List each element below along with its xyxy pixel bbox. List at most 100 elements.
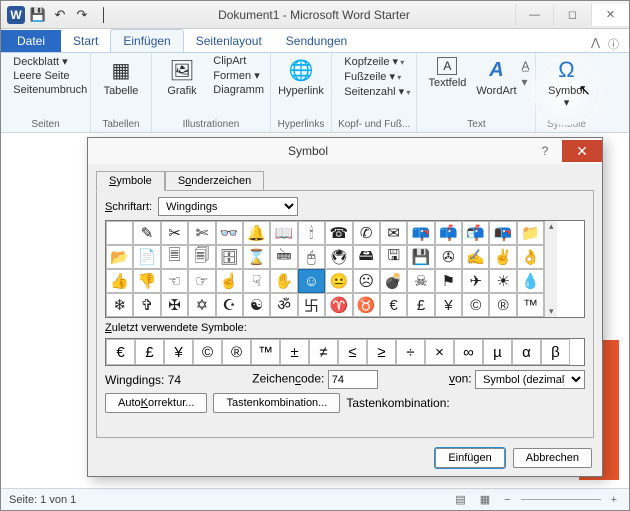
symbol-cell[interactable]: 🕯 (298, 221, 325, 245)
symbol-cell[interactable]: ☝ (216, 269, 243, 293)
symbol-cell[interactable]: ♈ (325, 293, 352, 317)
scroll-up-icon[interactable]: ▴ (549, 221, 554, 232)
recent-cell[interactable]: ¥ (164, 339, 193, 365)
zoom-in-icon[interactable]: + (607, 494, 621, 506)
deckblatt-button[interactable]: Deckblatt ▾ (7, 55, 84, 68)
symbol-cell[interactable]: ☜ (161, 269, 188, 293)
help-icon[interactable]: ⓘ (608, 36, 619, 52)
symbol-cell[interactable]: 💧 (517, 269, 544, 293)
symbol-cell[interactable]: ¥ (435, 293, 462, 317)
symbol-cell[interactable]: 📁 (517, 221, 544, 245)
symbol-cell[interactable]: 🖲 (325, 245, 352, 269)
symbol-cell[interactable]: 🖫 (380, 245, 407, 269)
dialog-close-button[interactable]: ✕ (562, 140, 602, 162)
recent-cell[interactable]: ≥ (367, 339, 396, 365)
leere-seite-button[interactable]: Leere Seite (7, 70, 84, 82)
tabelle-button[interactable]: ▦Tabelle (97, 55, 145, 99)
formen-button[interactable]: Formen ▾ (207, 69, 264, 82)
recent-cell[interactable]: × (425, 339, 454, 365)
symbol-cell[interactable]: ☞ (188, 269, 215, 293)
tab-file[interactable]: Datei (1, 30, 61, 52)
autokorrektur-button[interactable]: AutoKorrektur... (105, 393, 207, 413)
symbol-cell[interactable]: ✉ (380, 221, 407, 245)
zeichencode-input[interactable] (328, 370, 378, 389)
symbol-cell[interactable] (106, 221, 133, 245)
symbol-cell[interactable]: 🗐 (188, 245, 215, 269)
symbol-cell[interactable]: ™ (517, 293, 544, 317)
recent-cell[interactable]: © (193, 339, 222, 365)
symbol-cell[interactable]: 📭 (489, 221, 516, 245)
textfeld-button[interactable]: ATextfeld (423, 55, 471, 91)
symbol-cell[interactable]: 👍 (106, 269, 133, 293)
symbol-cell[interactable]: ✎ (133, 221, 160, 245)
symbol-cell[interactable]: 👓 (216, 221, 243, 245)
wordart-button[interactable]: AWordArt (472, 55, 520, 99)
einfuegen-button[interactable]: Einfügen (435, 448, 504, 468)
symbol-cell[interactable]: ☠ (407, 269, 434, 293)
symbol-grid[interactable]: ✎✂✄👓🔔📖🕯☎✆✉📪📫📬📭📁📂📄🗏🗐🗄⌛🖮🖰🖲🖴🖫💾✇✍✌👌👍👎☜☞☝☟✋☺😐… (105, 220, 585, 318)
symbol-cell[interactable]: ✆ (353, 221, 380, 245)
symbol-cell[interactable]: ☪ (216, 293, 243, 317)
symbol-cell[interactable]: 🔔 (243, 221, 270, 245)
symbol-cell[interactable]: 🖴 (353, 245, 380, 269)
symbol-cell[interactable]: ® (489, 293, 516, 317)
symbol-cell[interactable]: © (462, 293, 489, 317)
symbol-cell[interactable]: 💾 (407, 245, 434, 269)
close-button[interactable]: ✕ (591, 4, 629, 26)
minimize-button[interactable]: — (515, 4, 553, 26)
view-print-icon[interactable]: ▤ (451, 493, 469, 506)
symbol-cell[interactable]: € (380, 293, 407, 317)
recent-cell[interactable]: ® (222, 339, 251, 365)
symbol-cell[interactable]: 💣 (380, 269, 407, 293)
symbol-cell[interactable]: ☀ (489, 269, 516, 293)
recent-grid[interactable]: €£¥©®™±≠≤≥÷×∞µαβ (105, 338, 585, 366)
symbol-cell[interactable]: 📄 (133, 245, 160, 269)
scroll-down-icon[interactable]: ▾ (549, 306, 554, 317)
view-web-icon[interactable]: ▦ (476, 493, 494, 506)
dialog-tab-symbole[interactable]: Symbole (96, 171, 165, 191)
symbol-cell[interactable]: ♉ (353, 293, 380, 317)
seitenumbruch-button[interactable]: Seitenumbruch (7, 84, 84, 96)
recent-cell[interactable]: ™ (251, 339, 280, 365)
symbol-cell[interactable]: 卐 (298, 293, 325, 317)
symbol-cell[interactable]: 🖰 (298, 245, 325, 269)
dialog-help-button[interactable]: ? (528, 144, 562, 158)
diagramm-button[interactable]: Diagramm (207, 84, 264, 96)
recent-cell[interactable]: ≠ (309, 339, 338, 365)
recent-cell[interactable]: µ (483, 339, 512, 365)
zoom-out-icon[interactable]: − (500, 494, 514, 506)
object-icon[interactable]: ▾ (521, 75, 529, 89)
clipart-button[interactable]: ClipArt (207, 55, 264, 67)
recent-cell[interactable]: ≤ (338, 339, 367, 365)
symbol-cell[interactable]: ⚑ (435, 269, 462, 293)
von-select[interactable]: Symbol (dezimal) (475, 370, 585, 389)
symbol-cell[interactable]: 😐 (325, 269, 352, 293)
symbol-cell[interactable]: ☯ (243, 293, 270, 317)
symbol-cell[interactable]: ☟ (243, 269, 270, 293)
symbol-cell[interactable]: ✈ (462, 269, 489, 293)
tab-einfuegen[interactable]: Einfügen (110, 29, 183, 52)
grafik-button[interactable]: 🖼Grafik (158, 55, 206, 99)
tastenkombination-button[interactable]: Tastenkombination... (213, 393, 340, 413)
recent-cell[interactable]: ÷ (396, 339, 425, 365)
recent-cell[interactable]: € (106, 339, 135, 365)
symbol-cell[interactable]: ✂ (161, 221, 188, 245)
symbol-cell[interactable]: ❄ (106, 293, 133, 317)
fusszeile-button[interactable]: Fußzeile ▾ (338, 70, 410, 83)
abbrechen-button[interactable]: Abbrechen (513, 448, 592, 468)
recent-cell[interactable]: £ (135, 339, 164, 365)
symbol-cell[interactable]: ☺ (298, 269, 325, 293)
symbol-cell[interactable]: ✋ (270, 269, 297, 293)
symbol-cell[interactable]: 📂 (106, 245, 133, 269)
tab-sendungen[interactable]: Sendungen (274, 30, 359, 52)
symbol-cell[interactable]: ✡ (188, 293, 215, 317)
symbol-cell[interactable]: ✄ (188, 221, 215, 245)
recent-cell[interactable]: β (541, 339, 570, 365)
tab-start[interactable]: Start (61, 30, 110, 52)
symbol-cell[interactable]: 📬 (462, 221, 489, 245)
kopfzeile-button[interactable]: Kopfzeile ▾ (338, 55, 410, 68)
recent-cell[interactable]: ± (280, 339, 309, 365)
symbol-cell[interactable]: 📫 (435, 221, 462, 245)
qat-undo-icon[interactable]: ↶ (51, 7, 69, 23)
symbol-cell[interactable]: ✌ (489, 245, 516, 269)
